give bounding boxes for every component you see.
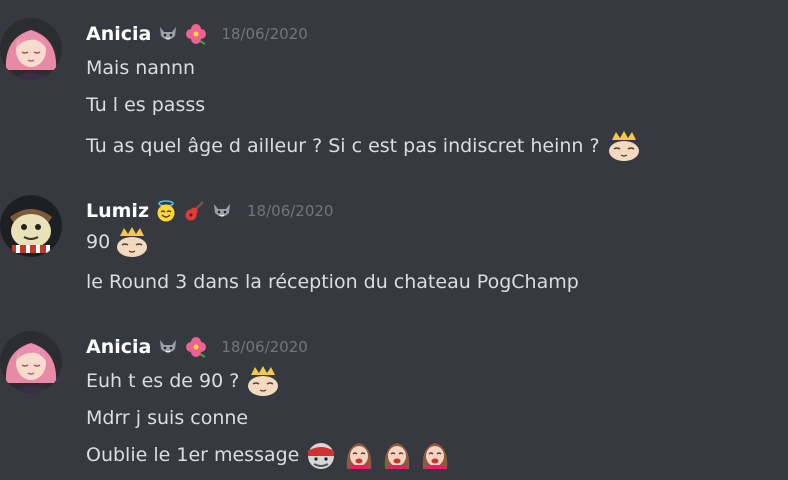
- message-text: Mdrr j suis conne: [86, 407, 249, 429]
- user-avatar[interactable]: [0, 331, 62, 393]
- message-line: Oublie le 1er message: [86, 440, 451, 470]
- message-header: Anicia 18/06/2020: [86, 20, 308, 48]
- message-text: Oublie le 1er message: [86, 444, 300, 466]
- cat-crown-emote-icon[interactable]: [114, 226, 150, 258]
- message-line: Tu as quel âge d ailleur ? Si c est pas …: [86, 131, 642, 161]
- message-line: 90: [86, 227, 150, 257]
- hibiscus-icon: [185, 23, 207, 45]
- wolf-icon: [211, 200, 233, 222]
- message-text: Tu as quel âge d ailleur ? Si c est pas …: [86, 135, 600, 157]
- message-line: le Round 3 dans la réception du chateau …: [86, 267, 579, 297]
- wolf-icon: [157, 23, 179, 45]
- timestamp[interactable]: 18/06/2020: [247, 202, 333, 220]
- wolf-icon: [157, 336, 179, 358]
- message-header: Lumiz 18/06/2020: [86, 197, 333, 225]
- smiling-face-with-halo-icon: [155, 200, 177, 222]
- message-text: le Round 3 dans la réception du chateau …: [86, 271, 579, 293]
- user-avatar[interactable]: [0, 195, 62, 257]
- guitar-icon: [183, 200, 205, 222]
- message-line: Mais nannn: [86, 53, 195, 83]
- username[interactable]: Anicia: [86, 336, 151, 358]
- laughing-girl-emote-icon[interactable]: [381, 439, 413, 471]
- message-text: Mais nannn: [86, 57, 196, 79]
- laughing-girl-emote-icon[interactable]: [419, 439, 451, 471]
- message-line: Mdrr j suis conne: [86, 403, 248, 433]
- cat-crown-emote-icon[interactable]: [245, 365, 281, 397]
- laughing-girl-emote-icon[interactable]: [343, 439, 375, 471]
- message-line: Tu l es passs: [86, 90, 205, 120]
- timestamp[interactable]: 18/06/2020: [221, 25, 307, 43]
- user-avatar[interactable]: [0, 18, 62, 80]
- message-text: 90: [86, 231, 111, 253]
- username[interactable]: Lumiz: [86, 200, 149, 222]
- timestamp[interactable]: 18/06/2020: [221, 338, 307, 356]
- red-bandana-emote-icon[interactable]: [305, 439, 337, 471]
- message-text: Euh t es de 90 ?: [86, 370, 240, 392]
- hibiscus-icon: [185, 336, 207, 358]
- message-header: Anicia 18/06/2020: [86, 333, 308, 361]
- username[interactable]: Anicia: [86, 23, 151, 45]
- cat-crown-emote-icon[interactable]: [606, 130, 642, 162]
- message-line: Euh t es de 90 ?: [86, 366, 281, 396]
- message-text: Tu l es passs: [86, 94, 206, 116]
